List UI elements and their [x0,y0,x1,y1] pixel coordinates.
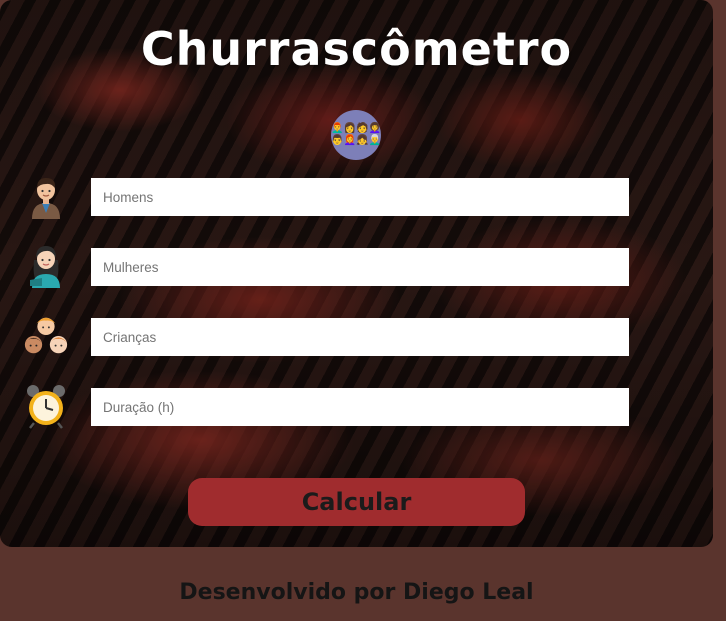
man-icon [22,172,70,220]
men-input[interactable] [91,178,629,216]
women-input[interactable] [91,248,629,286]
main-card: Churrascômetro 👨‍🦰👩🧑👩‍🦱👨👩‍🦰👧👨‍🦳 [0,0,713,547]
children-icon [22,312,70,360]
footer-credit: Desenvolvido por Diego Leal [179,580,534,605]
calculate-button[interactable]: Calcular [188,478,525,526]
children-input[interactable] [91,318,629,356]
page-title: Churrascômetro [140,22,573,76]
woman-icon [22,240,70,288]
alarm-clock-icon [22,382,70,430]
group-of-people-icon: 👨‍🦰👩🧑👩‍🦱 👨👩‍🦰👧👨‍🦳 [331,110,381,160]
duration-input[interactable] [91,388,629,426]
